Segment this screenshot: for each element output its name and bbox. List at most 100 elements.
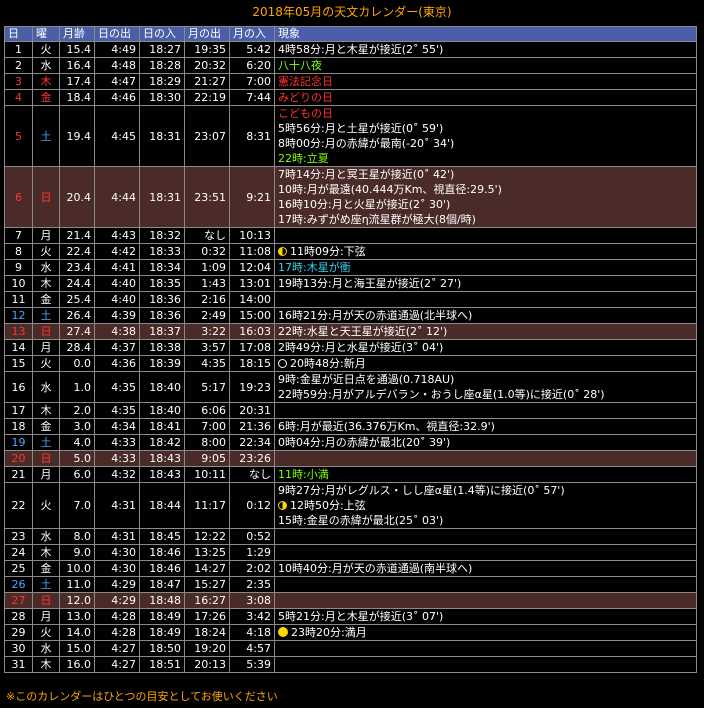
- sunrise-cell: 4:29: [94, 592, 140, 609]
- day-cell: 22: [4, 482, 33, 529]
- sunset-cell: 18:42: [139, 434, 185, 451]
- moonrise-cell: 3:57: [184, 339, 230, 356]
- table-row: 17 木 2.0 4:35 18:40 6:06 20:31: [4, 402, 697, 419]
- sunrise-cell: 4:38: [94, 323, 140, 340]
- table-row: 20 日 5.0 4:33 18:43 9:05 23:26: [4, 450, 697, 467]
- phenomenon-item: 4時58分:月と木星が接近(2˚ 55'): [278, 43, 693, 57]
- moon-age-cell: 15.0: [59, 640, 95, 657]
- phenomena-cell: [274, 592, 697, 609]
- sunrise-cell: 4:32: [94, 466, 140, 483]
- day-cell: 23: [4, 528, 33, 545]
- moonset-cell: 4:18: [229, 624, 275, 641]
- phenomenon-item: 8時00分:月の赤緯が最南(-20˚ 34'): [278, 136, 693, 151]
- phenomenon-text: 9時:金星が近日点を通過(0.718AU): [278, 373, 455, 386]
- phenomenon-text: 16時21分:月が天の赤道通過(北半球へ): [278, 309, 473, 322]
- phenomena-cell: 19時13分:月と海王星が接近(2˚ 27'): [274, 275, 697, 292]
- table-row: 3 木 17.4 4:47 18:29 21:27 7:00 憲法記念日: [4, 73, 697, 90]
- phenomena-cell: [274, 576, 697, 593]
- weekday-cell: 日: [32, 450, 60, 467]
- phenomena-cell: 22時:水星と天王星が接近(2˚ 12'): [274, 323, 697, 340]
- sunrise-cell: 4:31: [94, 528, 140, 545]
- phenomenon-text: 5時21分:月と木星が接近(3˚ 07'): [278, 610, 444, 623]
- day-cell: 2: [4, 57, 33, 74]
- phenomena-cell: [274, 656, 697, 673]
- sunrise-cell: 4:37: [94, 339, 140, 356]
- table-row: 6 日 20.4 4:44 18:31 23:51 9:21 7時14分:月と冥王星が接近(0…: [4, 166, 697, 228]
- sunrise-cell: 4:41: [94, 259, 140, 276]
- moonrise-cell: 2:16: [184, 291, 230, 308]
- moon-age-cell: 19.4: [59, 105, 95, 167]
- moon-age-cell: 9.0: [59, 544, 95, 561]
- day-cell: 25: [4, 560, 33, 577]
- sunrise-cell: 4:35: [94, 402, 140, 419]
- phenomena-cell: 11時:小満: [274, 466, 697, 483]
- moon-age-cell: 3.0: [59, 418, 95, 435]
- phenomenon-item: 17時:みずがめ座η流星群が極大(8個/時): [278, 212, 693, 227]
- day-cell: 14: [4, 339, 33, 356]
- table-row: 10 木 24.4 4:40 18:35 1:43 13:01 19時13分:月と海王星が接近…: [4, 275, 697, 292]
- phenomenon-item: 10時:月が最遠(40.444万Km、視直径:29.5'): [278, 182, 693, 197]
- moonset-cell: 2:35: [229, 576, 275, 593]
- moon-age-cell: 8.0: [59, 528, 95, 545]
- weekday-cell: 火: [32, 243, 60, 260]
- weekday-cell: 木: [32, 73, 60, 90]
- phenomenon-item: 憲法記念日: [278, 75, 693, 89]
- moonrise-cell: 1:43: [184, 275, 230, 292]
- phenomenon-text: 23時20分:満月: [291, 626, 367, 639]
- sunset-cell: 18:37: [139, 323, 185, 340]
- sunset-cell: 18:51: [139, 656, 185, 673]
- moon-age-cell: 21.4: [59, 227, 95, 244]
- phenomenon-item: 19時13分:月と海王星が接近(2˚ 27'): [278, 277, 693, 291]
- weekday-cell: 水: [32, 640, 60, 657]
- table-row: 1 火 15.4 4:49 18:27 19:35 5:42 4時58分:月と木星が接近(2˚…: [4, 41, 697, 58]
- phenomenon-item: 八十八夜: [278, 59, 693, 73]
- moonset-cell: 0:52: [229, 528, 275, 545]
- phenomenon-text: 0時04分:月の赤緯が最北(20˚ 39'): [278, 436, 451, 449]
- weekday-cell: 木: [32, 656, 60, 673]
- phenomenon-text: 15時:金星の赤緯が最北(25˚ 03'): [278, 514, 444, 527]
- day-cell: 12: [4, 307, 33, 324]
- moonrise-cell: 3:22: [184, 323, 230, 340]
- weekday-cell: 月: [32, 227, 60, 244]
- phenomenon-item: 23時20分:満月: [278, 626, 693, 640]
- sunrise-cell: 4:43: [94, 227, 140, 244]
- phenomena-cell: [274, 544, 697, 561]
- moon-phase-full-icon: [278, 627, 288, 637]
- day-cell: 9: [4, 259, 33, 276]
- phenomenon-item: 16時10分:月と火星が接近(2˚ 30'): [278, 197, 693, 212]
- sunset-cell: 18:29: [139, 73, 185, 90]
- sunset-cell: 18:46: [139, 560, 185, 577]
- moon-age-cell: 24.4: [59, 275, 95, 292]
- day-cell: 5: [4, 105, 33, 167]
- sunset-cell: 18:43: [139, 450, 185, 467]
- weekday-cell: 日: [32, 592, 60, 609]
- table-row: 29 火 14.0 4:28 18:49 18:24 4:18 23時20分:満月: [4, 624, 697, 641]
- phenomenon-text: 4時58分:月と木星が接近(2˚ 55'): [278, 43, 444, 56]
- phenomenon-item: こどもの日: [278, 107, 693, 122]
- moonrise-cell: 10:11: [184, 466, 230, 483]
- phenomenon-item: 0時04分:月の赤緯が最北(20˚ 39'): [278, 436, 693, 450]
- phenomenon-text: みどりの日: [278, 91, 333, 104]
- moonset-cell: 4:57: [229, 640, 275, 657]
- moon-age-cell: 1.0: [59, 371, 95, 403]
- sunrise-cell: 4:31: [94, 482, 140, 529]
- header-moonrise: 月の出: [184, 26, 230, 42]
- sunset-cell: 18:41: [139, 418, 185, 435]
- phenomenon-item: 11時:小満: [278, 468, 693, 482]
- moonset-cell: なし: [229, 466, 275, 483]
- sunset-cell: 18:44: [139, 482, 185, 529]
- moonset-cell: 11:08: [229, 243, 275, 260]
- table-row: 24 木 9.0 4:30 18:46 13:25 1:29: [4, 544, 697, 561]
- calendar-body: 1 火 15.4 4:49 18:27 19:35 5:42 4時58分:月と木星が接近(2˚…: [4, 41, 697, 673]
- phenomena-cell: 6時:月が最近(36.376万Km、視直径:32.9'): [274, 418, 697, 435]
- phenomenon-item: 5時21分:月と木星が接近(3˚ 07'): [278, 610, 693, 624]
- day-cell: 10: [4, 275, 33, 292]
- weekday-cell: 土: [32, 307, 60, 324]
- phenomenon-text: 9時27分:月がレグルス・しし座α星(1.4等)に接近(0˚ 57'): [278, 484, 565, 497]
- moonrise-cell: 23:51: [184, 166, 230, 228]
- sunrise-cell: 4:44: [94, 166, 140, 228]
- moonset-cell: 17:08: [229, 339, 275, 356]
- day-cell: 13: [4, 323, 33, 340]
- phenomena-cell: こどもの日 5時56分:月と土星が接近(0˚ 59') 8時00分:月の赤緯が最南(…: [274, 105, 697, 167]
- moonrise-cell: 20:32: [184, 57, 230, 74]
